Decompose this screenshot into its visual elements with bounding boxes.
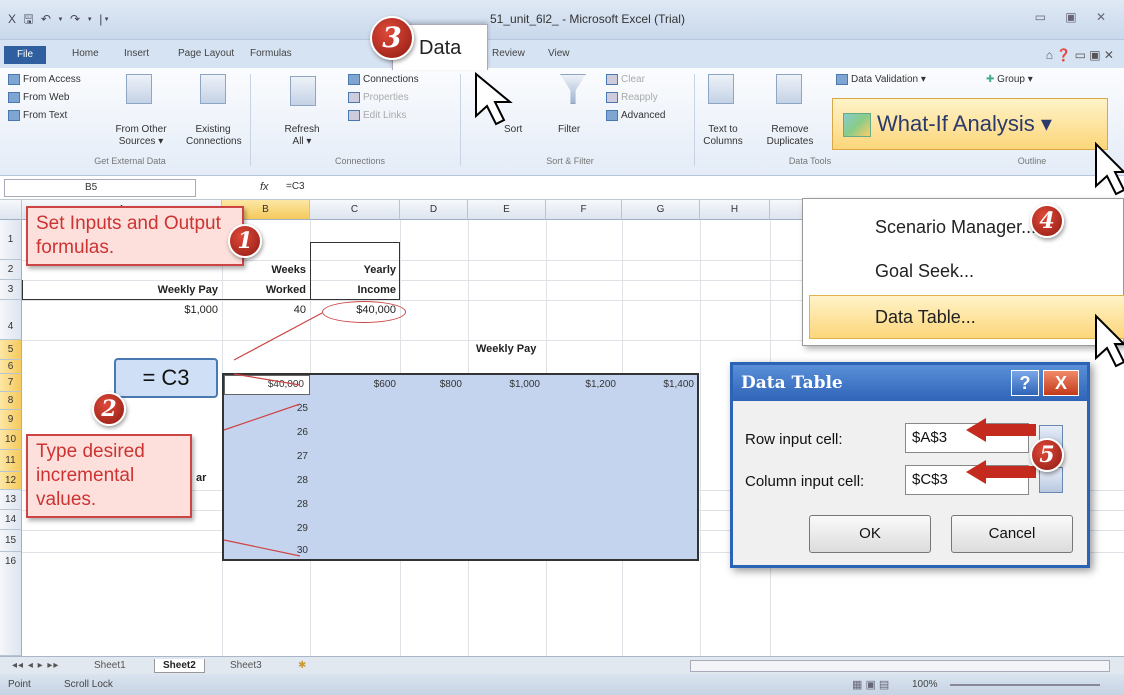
annotation-lines (223, 312, 323, 557)
close-icon[interactable]: X (1043, 370, 1079, 396)
step-badge-4: 4 (1030, 204, 1064, 238)
menu-item-scenario-manager[interactable]: Scenario Manager... (875, 217, 1036, 238)
column-input-label: Column input cell: (745, 473, 865, 490)
callout-incremental-values: Type desired incremental values. (26, 434, 192, 518)
step-badge-3: 3 (370, 16, 414, 60)
step-badge-2: 2 (92, 392, 126, 426)
callout-c3-formula: = C3 (114, 358, 218, 398)
view-buttons-icon[interactable]: ▦ ▣ ▤ (852, 678, 889, 691)
status-mode: Point (8, 679, 31, 690)
sheet-tabs-bar: ◂◂ ◂ ▸ ▸▸ Sheet1 Sheet2 Sheet3 ✱ (0, 656, 1124, 674)
status-scroll-lock: Scroll Lock (64, 679, 113, 690)
sheet-nav-arrows[interactable]: ◂◂ ◂ ▸ ▸▸ (4, 659, 67, 672)
help-icon[interactable]: ? (1011, 370, 1039, 396)
step-badge-1: 1 (228, 224, 262, 258)
arrow-left-icon (966, 460, 1036, 484)
step-badge-5: 5 (1030, 438, 1064, 472)
new-sheet-icon[interactable]: ✱ (290, 659, 314, 672)
zoom-slider[interactable] (950, 684, 1100, 686)
menu-item-data-table[interactable]: Data Table... (875, 307, 976, 328)
row-input-label: Row input cell: (745, 431, 843, 448)
horizontal-scrollbar[interactable] (690, 660, 1110, 672)
status-bar: Point Scroll Lock ▦ ▣ ▤ 100% (0, 674, 1124, 695)
mouse-pointer-icon (1095, 141, 1124, 196)
mouse-pointer-icon (1095, 313, 1124, 368)
cancel-button[interactable]: Cancel (951, 515, 1073, 553)
what-if-dropdown-menu: Scenario Manager... Goal Seek... Data Ta… (802, 198, 1124, 346)
ok-button[interactable]: OK (809, 515, 931, 553)
sheet-tab-1[interactable]: Sheet1 (86, 659, 134, 672)
mouse-pointer-icon (475, 71, 513, 126)
callout-set-inputs: Set Inputs and Output formulas. (26, 206, 244, 266)
sheet-tab-3[interactable]: Sheet3 (222, 659, 270, 672)
zoom-level[interactable]: 100% (912, 679, 938, 690)
arrow-left-icon (966, 418, 1036, 442)
menu-item-goal-seek[interactable]: Goal Seek... (875, 261, 974, 282)
sheet-tab-2[interactable]: Sheet2 (154, 659, 205, 673)
